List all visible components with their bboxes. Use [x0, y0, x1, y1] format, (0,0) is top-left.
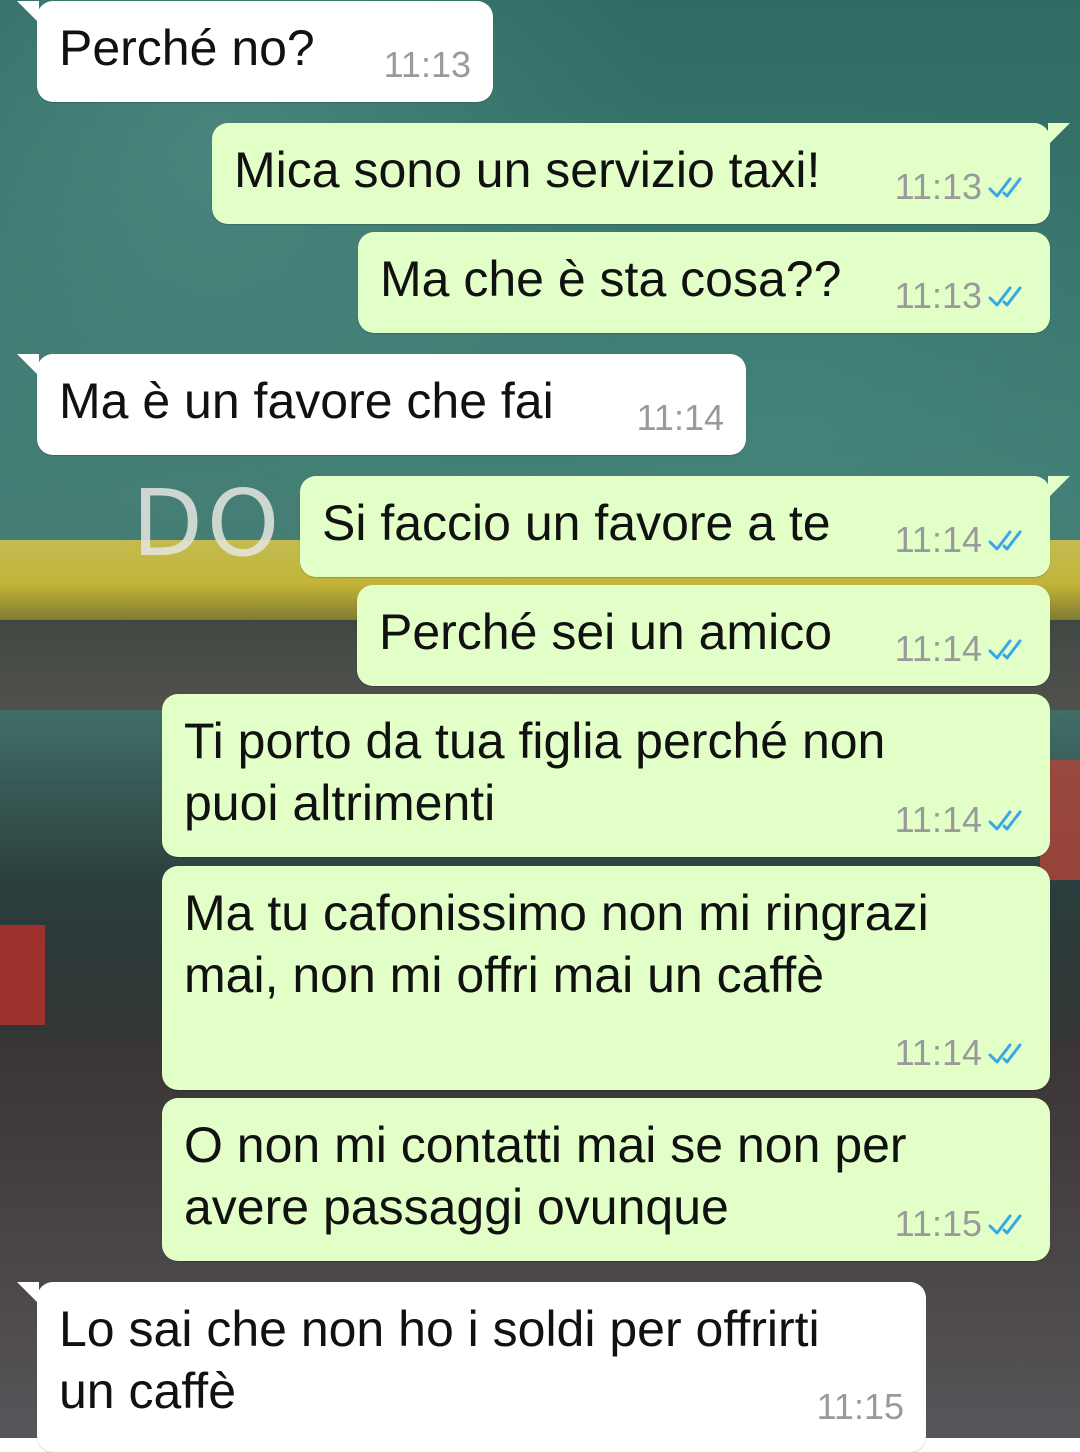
message-bubble-incoming[interactable]: Ma è un favore che fai 11:14 — [17, 354, 746, 455]
message-meta: 11:14 — [895, 519, 1032, 561]
message-meta: 11:14 — [637, 397, 724, 439]
message-time: 11:13 — [383, 44, 471, 85]
message-meta: 11:14 — [895, 628, 1032, 670]
double-check-icon — [988, 639, 1022, 660]
message-time: 11:14 — [894, 519, 982, 560]
message-time: 11:13 — [894, 166, 982, 207]
message-bubble-outgoing[interactable]: O non mi contatti mai se non per avere p… — [162, 1098, 1050, 1261]
message-text: Perché sei un amico — [379, 604, 833, 660]
message-meta: 11:15 — [895, 1203, 1032, 1245]
double-check-icon — [988, 286, 1022, 307]
message-meta: 11:13 — [895, 275, 1032, 317]
double-check-icon — [988, 810, 1022, 831]
message-time: 11:14 — [894, 799, 982, 840]
message-time: 11:14 — [894, 1032, 982, 1073]
message-text: Si faccio un favore a te — [322, 495, 831, 551]
double-check-icon — [988, 1214, 1022, 1235]
double-check-icon — [988, 1043, 1022, 1064]
message-time: 11:15 — [816, 1386, 904, 1427]
message-bubble-incoming[interactable]: Lo sai che non ho i soldi per offrirti u… — [17, 1282, 926, 1452]
double-check-icon — [988, 530, 1022, 551]
message-meta: 11:14 — [895, 1032, 1032, 1074]
message-bubble-incoming[interactable]: Perché no? 11:13 — [17, 1, 493, 102]
message-meta: 11:13 — [895, 166, 1032, 208]
message-text: Perché no? — [59, 20, 315, 76]
message-bubble-outgoing[interactable]: Ma tu cafonissimo non mi ringrazi mai, n… — [162, 866, 1050, 1090]
message-bubble-outgoing[interactable]: Ma che è sta cosa?? 11:13 — [358, 232, 1050, 333]
message-text: Ma è un favore che fai — [59, 373, 554, 429]
double-check-icon — [988, 177, 1022, 198]
message-time: 11:15 — [894, 1203, 982, 1244]
message-text: Ma che è sta cosa?? — [380, 251, 842, 307]
message-time: 11:14 — [636, 397, 724, 438]
message-bubble-outgoing[interactable]: Ti porto da tua figlia perché non puoi a… — [162, 694, 1050, 857]
message-list[interactable]: Perché no? 11:13 Mica sono un servizio t… — [0, 0, 1080, 1452]
message-meta: 11:15 — [817, 1386, 904, 1428]
message-text: O non mi contatti mai se non per avere p… — [184, 1117, 921, 1235]
message-bubble-outgoing[interactable]: Mica sono un servizio taxi! 11:13 — [212, 123, 1070, 224]
message-meta: 11:14 — [895, 799, 1032, 841]
message-bubble-outgoing[interactable]: Si faccio un favore a te 11:14 — [300, 476, 1070, 577]
message-meta: 11:13 — [384, 44, 471, 86]
message-time: 11:14 — [894, 628, 982, 669]
message-text: Lo sai che non ho i soldi per offrirti u… — [59, 1301, 834, 1419]
message-text: Ma tu cafonissimo non mi ringrazi mai, n… — [184, 885, 943, 1003]
message-text: Ti porto da tua figlia perché non puoi a… — [184, 713, 900, 831]
message-time: 11:13 — [894, 275, 982, 316]
message-text: Mica sono un servizio taxi! — [234, 142, 821, 198]
message-bubble-outgoing[interactable]: Perché sei un amico 11:14 — [357, 585, 1050, 686]
